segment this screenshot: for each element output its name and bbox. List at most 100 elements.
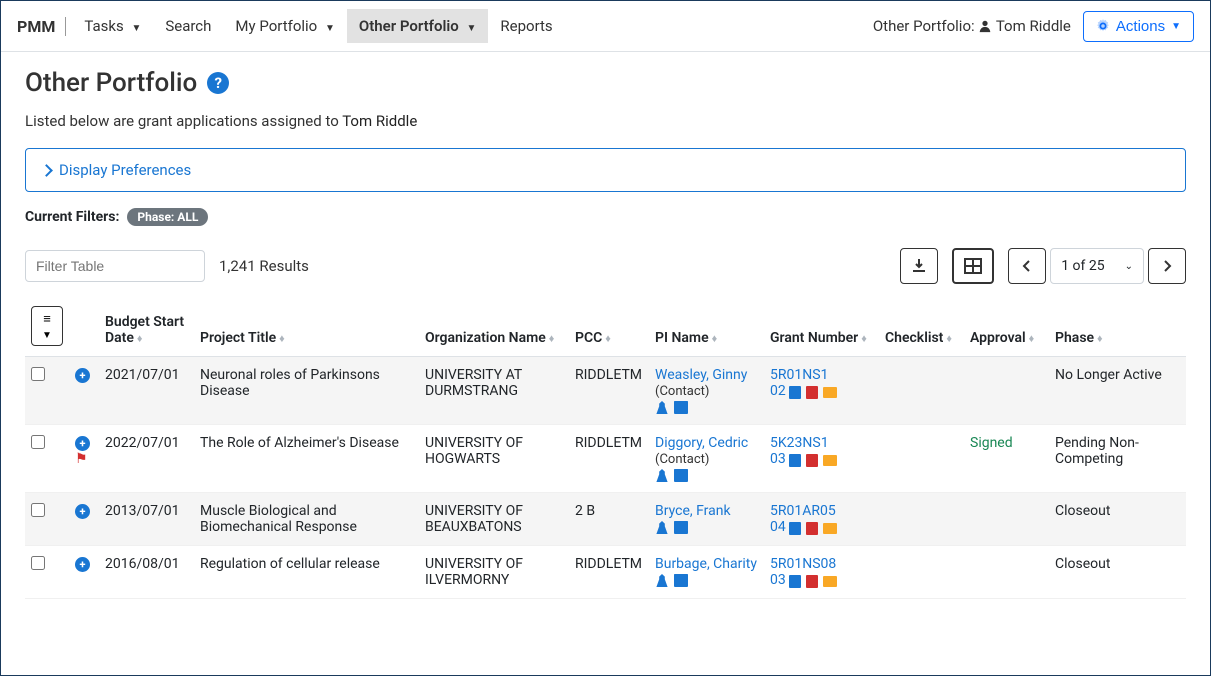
person-icon[interactable]: [655, 574, 669, 587]
sort-icon: ♦: [946, 332, 952, 345]
col-org-name[interactable]: Organization Name: [425, 330, 546, 346]
cell-phase: Closeout: [1049, 546, 1186, 599]
cell-pcc: 2 B: [569, 493, 649, 546]
envelope-icon[interactable]: [674, 469, 688, 482]
col-budget-start[interactable]: Budget Start Date: [105, 314, 184, 346]
chevron-left-icon: [1022, 260, 1032, 272]
pi-contact-label: (Contact): [655, 452, 709, 467]
cell-approval: [964, 546, 1049, 599]
folder-icon[interactable]: [823, 523, 837, 534]
expand-icon[interactable]: +: [75, 368, 90, 383]
current-filters: Current Filters: Phase: ALL: [25, 208, 1186, 226]
subtitle: Listed below are grant applications assi…: [25, 112, 1186, 130]
download-button[interactable]: [900, 248, 938, 284]
pdf-icon[interactable]: [806, 575, 818, 588]
expand-icon[interactable]: +: [75, 436, 90, 451]
filter-input[interactable]: [25, 250, 205, 282]
caret-icon: ▼: [1171, 21, 1181, 32]
nav-tasks[interactable]: Tasks ▼: [72, 9, 153, 43]
person-icon[interactable]: [655, 401, 669, 414]
caret-icon: ▼: [466, 23, 476, 34]
cell-org-name: UNIVERSITY OF HOGWARTS: [419, 425, 569, 493]
grant-number-link[interactable]: 5R01NS1: [770, 367, 828, 383]
pdf-icon[interactable]: [806, 522, 818, 535]
col-pcc[interactable]: PCC: [575, 330, 602, 346]
cell-checklist: [879, 546, 964, 599]
cell-budget-start: 2016/08/01: [99, 546, 194, 599]
grant-number-link[interactable]: 5R01AR05: [770, 503, 836, 519]
cell-approval: [964, 493, 1049, 546]
sort-icon: ♦: [712, 332, 718, 345]
help-icon[interactable]: ?: [207, 72, 229, 94]
pdf-icon[interactable]: [806, 386, 818, 399]
grant-suffix[interactable]: 03: [770, 451, 786, 467]
document-icon[interactable]: [789, 454, 801, 467]
pi-name-link[interactable]: Bryce, Frank: [655, 503, 731, 519]
grant-suffix[interactable]: 04: [770, 519, 786, 535]
table-row: +2013/07/01Muscle Biological and Biomech…: [25, 493, 1186, 546]
flag-icon: ⚑: [75, 451, 88, 467]
display-preferences-toggle[interactable]: Display Preferences: [25, 148, 1186, 192]
next-page-button[interactable]: [1148, 248, 1186, 284]
portfolio-owner: Other Portfolio: Tom Riddle: [873, 17, 1071, 35]
sort-icon: ♦: [605, 332, 611, 345]
nav-search[interactable]: Search: [153, 9, 223, 43]
col-phase[interactable]: Phase: [1055, 330, 1094, 346]
brand: PMM: [17, 17, 66, 36]
expand-icon[interactable]: +: [75, 557, 90, 572]
nav-reports[interactable]: Reports: [488, 9, 564, 43]
envelope-icon[interactable]: [674, 401, 688, 414]
owner-name: Tom Riddle: [996, 17, 1071, 35]
filter-chip-phase[interactable]: Phase: ALL: [127, 208, 208, 226]
envelope-icon[interactable]: [674, 574, 688, 587]
prev-page-button[interactable]: [1008, 248, 1046, 284]
col-approval[interactable]: Approval: [970, 330, 1026, 346]
cell-phase: No Longer Active: [1049, 357, 1186, 425]
folder-icon[interactable]: [823, 387, 837, 398]
row-checkbox[interactable]: [31, 503, 45, 517]
document-icon[interactable]: [789, 386, 801, 399]
gear-icon: [1096, 19, 1110, 33]
person-icon[interactable]: [655, 521, 669, 534]
actions-label: Actions: [1116, 18, 1165, 35]
document-icon[interactable]: [789, 575, 801, 588]
table-row: +2016/08/01Regulation of cellular releas…: [25, 546, 1186, 599]
col-grant-number[interactable]: Grant Number: [770, 330, 858, 346]
person-icon: [978, 19, 992, 33]
actions-button[interactable]: Actions ▼: [1083, 11, 1194, 42]
pi-name-link[interactable]: Burbage, Charity: [655, 556, 757, 572]
nav-other-portfolio[interactable]: Other Portfolio ▼: [347, 9, 489, 43]
col-pi-name[interactable]: PI Name: [655, 330, 709, 346]
grant-suffix[interactable]: 03: [770, 572, 786, 588]
row-checkbox[interactable]: [31, 435, 45, 449]
col-project-title[interactable]: Project Title: [200, 330, 276, 346]
grant-number-link[interactable]: 5R01NS08: [770, 556, 836, 572]
cell-pcc: RIDDLETM: [569, 546, 649, 599]
nav-my-portfolio[interactable]: My Portfolio ▼: [223, 9, 346, 43]
col-checklist[interactable]: Checklist: [885, 330, 943, 346]
grant-number-link[interactable]: 5K23NS1: [770, 435, 829, 451]
display-preferences-label: Display Preferences: [59, 161, 191, 179]
folder-icon[interactable]: [823, 576, 837, 587]
row-menu-button[interactable]: ≡ ▼: [31, 306, 63, 346]
grant-suffix[interactable]: 02: [770, 383, 786, 399]
row-checkbox[interactable]: [31, 367, 45, 381]
cell-checklist: [879, 425, 964, 493]
page-title: Other Portfolio ?: [25, 68, 1186, 98]
pdf-icon[interactable]: [806, 454, 818, 467]
cell-checklist: [879, 493, 964, 546]
page-select[interactable]: 1 of 25 ⌄: [1050, 248, 1144, 284]
table-toolbar: 1,241 Results 1 of 25 ⌄: [25, 248, 1186, 284]
folder-icon[interactable]: [823, 455, 837, 466]
row-checkbox[interactable]: [31, 556, 45, 570]
subtitle-prefix: Listed below are grant applications assi…: [25, 112, 339, 130]
envelope-icon[interactable]: [674, 521, 688, 534]
cell-approval: Signed: [964, 425, 1049, 493]
person-icon[interactable]: [655, 469, 669, 482]
grants-table: ≡ ▼ Budget Start Date ♦ Project Title ♦ Or…: [25, 296, 1186, 599]
document-icon[interactable]: [789, 522, 801, 535]
pi-name-link[interactable]: Weasley, Ginny: [655, 367, 747, 383]
pi-name-link[interactable]: Diggory, Cedric: [655, 435, 748, 451]
expand-icon[interactable]: +: [75, 504, 90, 519]
grid-view-button[interactable]: [952, 248, 994, 284]
